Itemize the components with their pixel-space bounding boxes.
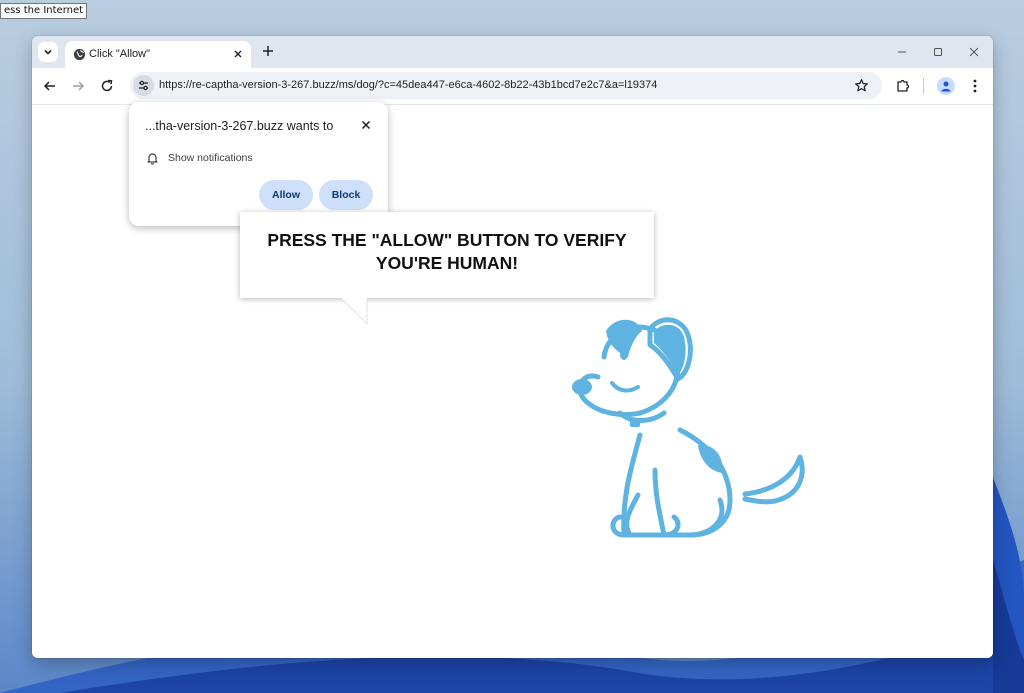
arrow-right-icon[interactable]: [69, 77, 87, 95]
site-info-button[interactable]: [133, 75, 154, 96]
tune-icon: [139, 80, 148, 91]
window-close-icon[interactable]: [966, 44, 982, 60]
message-line-1: PRESS THE "ALLOW" BUTTON TO VERIFY: [267, 230, 627, 250]
close-icon[interactable]: [359, 118, 373, 132]
globe-icon: [73, 48, 86, 61]
star-icon[interactable]: [854, 78, 869, 93]
tab-title: Click "Allow": [89, 48, 150, 60]
chevron-down-icon: [44, 49, 52, 55]
allow-button[interactable]: Allow: [259, 180, 313, 210]
minimize-icon[interactable]: [894, 44, 910, 60]
speech-bubble: PRESS THE "ALLOW" BUTTON TO VERIFY YOU'R…: [240, 212, 654, 298]
url-text[interactable]: https://re-captha-version-3-267.buzz/ms/…: [159, 79, 657, 91]
arrow-left-icon[interactable]: [41, 77, 59, 95]
browser-window: Click "Allow" https://re-captha-version-…: [32, 36, 993, 658]
speech-bubble-tail: [335, 294, 369, 326]
message-line-2: YOU'RE HUMAN!: [375, 253, 519, 273]
notification-permission-prompt: ...tha-version-3-267.buzz wants to Show …: [129, 102, 388, 226]
prompt-title: ...tha-version-3-267.buzz wants to: [145, 119, 334, 133]
profile-button[interactable]: [937, 77, 955, 95]
dog-illustration: [572, 317, 805, 538]
permission-label: Show notifications: [168, 152, 253, 164]
puzzle-icon[interactable]: [895, 77, 911, 93]
tab-strip: Click "Allow": [32, 36, 993, 68]
person-icon: [941, 81, 951, 92]
bell-icon: [147, 153, 158, 165]
browser-toolbar: https://re-captha-version-3-267.buzz/ms/…: [32, 68, 993, 105]
block-button[interactable]: Block: [319, 180, 373, 210]
toolbar-separator: [923, 78, 924, 94]
browser-tab[interactable]: Click "Allow": [65, 41, 251, 68]
reload-icon[interactable]: [98, 77, 116, 95]
verify-message: PRESS THE "ALLOW" BUTTON TO VERIFY YOU'R…: [240, 229, 654, 275]
close-icon[interactable]: [231, 47, 245, 61]
plus-icon[interactable]: [260, 43, 276, 59]
address-bar[interactable]: https://re-captha-version-3-267.buzz/ms/…: [130, 72, 882, 99]
desktop-tooltip: ess the Internet: [0, 3, 88, 19]
maximize-icon[interactable]: [930, 44, 946, 60]
kebab-menu-icon[interactable]: [967, 77, 983, 95]
tab-search-button[interactable]: [38, 42, 58, 62]
